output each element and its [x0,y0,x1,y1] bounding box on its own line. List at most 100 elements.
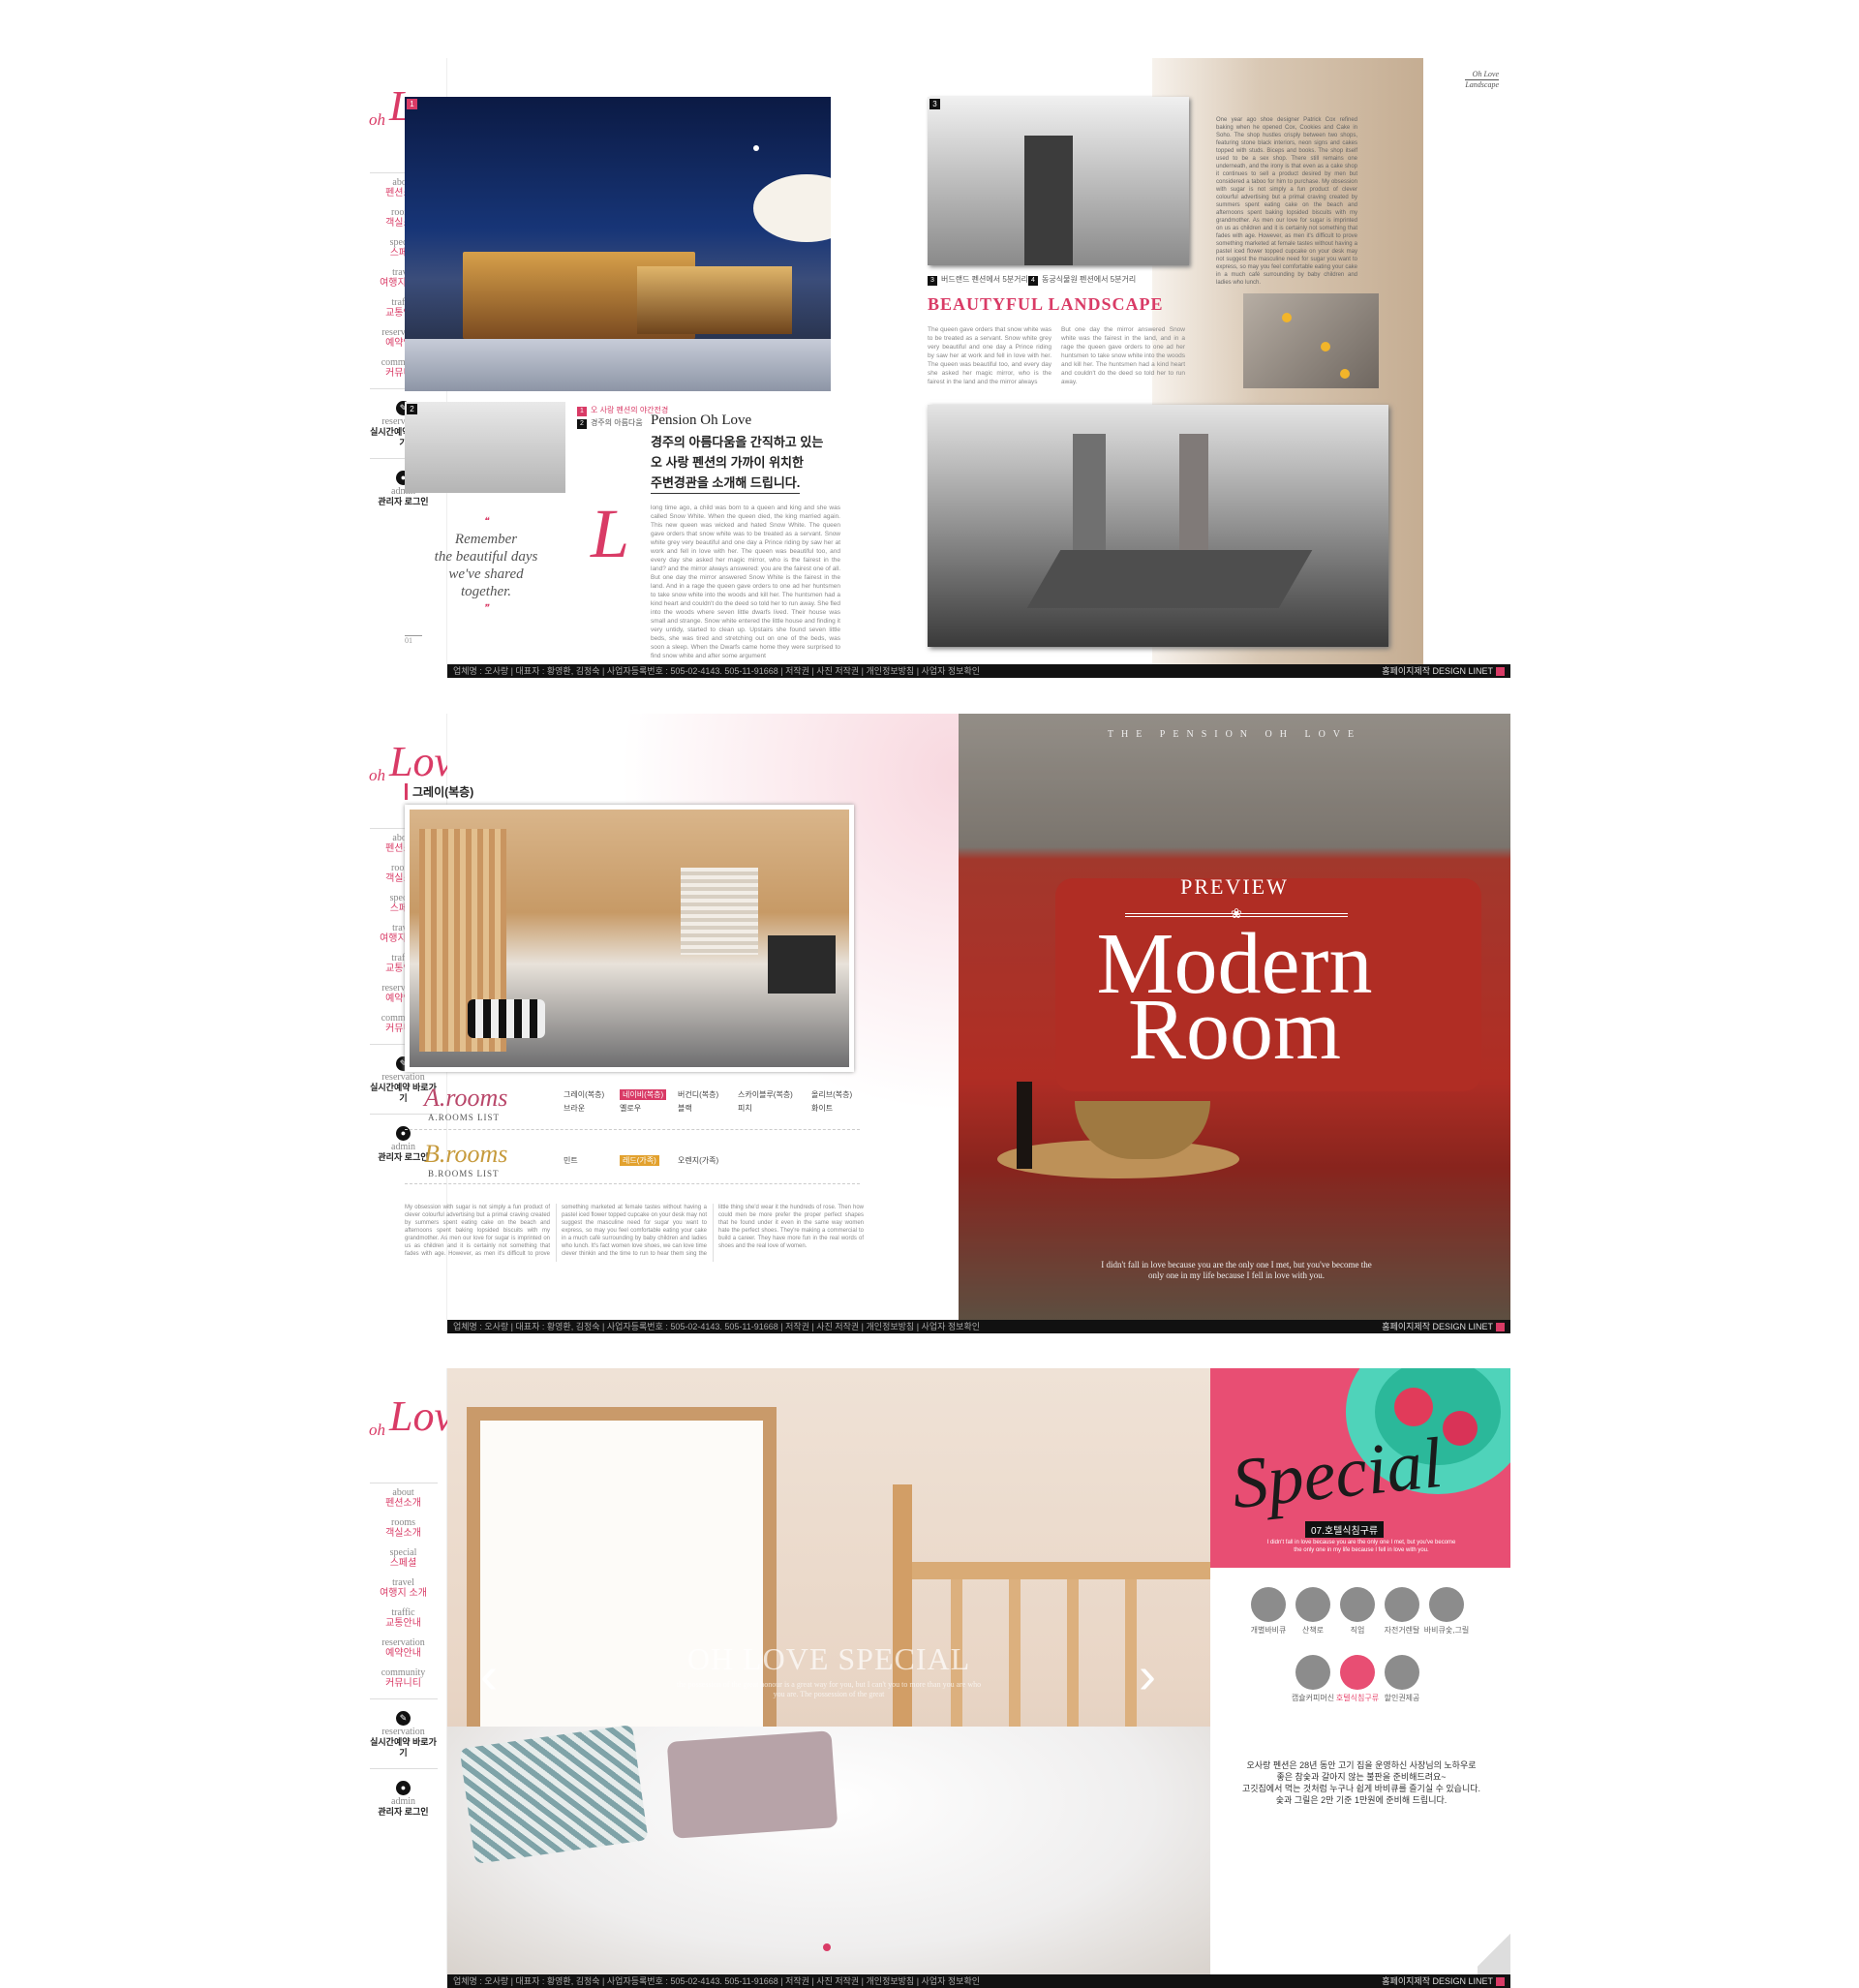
room-link[interactable]: 블랙 [678,1103,692,1114]
photo-botanical-garden [928,405,1388,647]
reservation-button[interactable]: ✎ reservation 실시간예약 바로가기 [369,1698,438,1768]
room-link[interactable]: 화이트 [811,1103,833,1114]
footer-info: 업체명 : 오사랑 | 대표자 : 황영환, 김정숙 | 사업자등록번호 : 5… [453,666,981,676]
logo-oh: oh [369,1421,385,1439]
quote-mark-close: ❞ [483,603,489,614]
room-link[interactable]: 브라운 [564,1103,585,1114]
description-line: 고깃집에서 먹는 것처럼 누구나 쉽게 바비큐를 즐기실 수 있습니다. [1241,1784,1481,1793]
footer: 업체명 : 오사랑 | 대표자 : 황영환, 김정숙 | 사업자등록번호 : 5… [447,1320,1510,1333]
intro-line-1: 경주의 아름다움을 간직하고 있는 [651,435,824,449]
admin-login-button[interactable]: ● admin 관리자 로그인 [369,1768,438,1827]
logo[interactable]: ohLove [360,1382,472,1469]
room-link-active[interactable]: 레드(가족) [620,1155,659,1166]
room-link[interactable]: 피치 [738,1103,752,1114]
user-icon: ● [396,1781,411,1795]
footer-credit[interactable]: 홈페이지제작 DESIGN LINET [1382,1320,1505,1333]
a-rooms-links: 그레이(복층) 네이비(복층) 버건디(복층) 스카이블루(복층) 올리브(복층… [564,1089,854,1118]
footer-credit[interactable]: 홈페이지제작 DESIGN LINET [1382,1974,1505,1988]
photo-birdland: 3 [928,97,1189,265]
coupon-icon[interactable] [1385,1655,1419,1690]
room-link[interactable]: 민트 [564,1155,578,1166]
coffee-icon[interactable] [1295,1655,1330,1690]
next-arrow-icon[interactable]: › [1139,1649,1156,1701]
bicycle-icon[interactable] [1385,1587,1419,1622]
amenity-icons: 개별바비큐 산책로 직업 자전거렌탈 바비큐숯,그릴 캡슐커피머신 호텔식침구류… [1210,1568,1510,1713]
pension-intro: Pension Oh Love 경주의 아름다움을 간직하고 있는 오 사랑 펜… [651,413,844,494]
photo-number: 3 [930,99,940,109]
magazine-page-2: oh Love about 펜션소개 rooms 객실소개 special 스페셜 tr… [360,714,1510,1333]
nav-item-about[interactable]: about 펜션소개 [370,1488,438,1518]
landscape-text-1: The queen gave orders that snow white wa… [928,326,1051,385]
a-rooms-label: A.ROOMS LIST [428,1113,501,1122]
caption-gyeongju: 2 경주의 아름다움 [577,416,643,429]
amenity-label: 할인권제공 [1384,1694,1420,1702]
slider-dot-active[interactable] [823,1943,831,1951]
photo-night-view: 1 [405,97,831,391]
footer: 업체명 : 오사랑 | 대표자 : 황영환, 김정숙 | 사업자등록번호 : 5… [447,1974,1510,1988]
nav-item-special[interactable]: special 스페셜 [370,1548,438,1578]
description-line: 좋은 참숯과 갈아지 않는 불판을 준비해드려요~ [1276,1772,1447,1782]
a-rooms-script: A.rooms [424,1084,508,1112]
photo-snow: 2 [405,402,565,493]
footer: 업체명 : 오사랑 | 대표자 : 황영환, 김정숙 | 사업자등록번호 : 5… [447,664,1510,678]
room-link[interactable]: 오렌지(가족) [678,1155,718,1166]
logo-oh: oh [369,110,385,129]
logo-oh: oh [369,766,385,784]
sidebar: ohLove about펜션소개 rooms객실소개 special스페셜 tr… [360,1368,472,1988]
sidebar-nav: about 펜션소개 rooms 객실소개 special 스페셜 travel 여행지… [369,1483,438,1698]
photo-number: 1 [407,99,417,109]
intro-line-2: 오 사랑 펜션의 가까이 위치한 [651,455,804,470]
nav-item-rooms[interactable]: rooms 객실소개 [370,1518,438,1548]
bbq-icon[interactable] [1251,1587,1286,1622]
nav-item-reservation[interactable]: reservation 예약안내 [370,1638,438,1668]
room-link[interactable]: 올리브(복층) [811,1089,852,1100]
quote-line: the beautiful days [434,549,538,565]
b-rooms-list: B.rooms B.ROOMS LIST 민트 레드(가족) 오렌지(가족) [405,1140,860,1184]
footer-credit[interactable]: 홈페이지제작 DESIGN LINET [1382,664,1505,678]
quote-line: we've shared [448,566,524,582]
right-body-text: One year ago shoe designer Patrick Cox r… [1216,117,1357,286]
quote-line: Remember [454,532,518,547]
magazine-page-3: oh Love about 펜션소개 rooms 객실소개 special 스페셜 tr… [360,1368,1510,1988]
bedding-icon[interactable] [1340,1655,1375,1690]
description-line: 숯과 그릴은 2만 기준 1만원에 준비해 드립니다. [1275,1795,1448,1805]
nav-item-community[interactable]: community 커뮤니티 [370,1668,438,1698]
decorative-letter: L [591,495,630,572]
section-heading: BEAUTYFUL LANDSCAPE [928,294,1164,314]
footer-info: 업체명 : 오사랑 | 대표자 : 황영환, 김정숙 | 사업자등록번호 : 5… [453,1976,981,1986]
page-curl[interactable] [1478,1926,1510,1974]
pension-title: Pension Oh Love [651,413,752,428]
quote-line: together. [460,584,512,599]
logo[interactable]: ohLove [360,727,472,814]
nav-item-travel[interactable]: travel 여행지 소개 [370,1578,438,1608]
window [467,1407,777,1756]
room-link[interactable]: 그레이(복층) [564,1089,604,1100]
job-icon[interactable] [1340,1587,1375,1622]
section-header: Oh Love Landscape [1465,70,1499,89]
brand-icon [1496,667,1505,677]
pension-tagline: THE PENSION OH LOVE [1107,729,1362,740]
nav-item-traffic[interactable]: traffic 교통안내 [370,1608,438,1638]
b-rooms-script: B.rooms [424,1140,508,1168]
intro-line-3: 주변경관을 소개해 드립니다. [651,473,801,494]
walk-icon[interactable] [1295,1587,1330,1622]
preview-label: PREVIEW [1180,874,1289,899]
brand-icon [1496,1977,1505,1987]
room-link[interactable]: 옐로우 [620,1103,641,1114]
prev-arrow-icon[interactable]: ‹ [480,1649,498,1701]
a-rooms-list: A.rooms A.ROOMS LIST 그레이(복층) 네이비(복층) 버건디… [405,1084,860,1130]
footer-info: 업체명 : 오사랑 | 대표자 : 황영환, 김정숙 | 사업자등록번호 : 5… [453,1322,981,1331]
reservation-icon: ✎ [396,1711,411,1726]
room-link[interactable]: 버건디(복층) [678,1089,718,1100]
b-rooms-label: B.ROOMS LIST [428,1169,500,1178]
caption-garden: 4 동궁식물원 펜션에서 5분거리 [1028,273,1136,286]
room-description: My obsession with sugar is not simply a … [405,1205,864,1257]
room-link-active[interactable]: 네이비(복층) [620,1089,667,1100]
photo-gray-duplex-room [405,805,854,1072]
room-link[interactable]: 스카이블루(복층) [738,1089,793,1100]
grill-icon[interactable] [1429,1587,1464,1622]
quote-mark-open: ❝ [483,516,489,527]
special-description: 오사랑 펜션은 28년 동안 고기 집을 운영하신 사장님의 노하우로 좋은 참… [1216,1759,1507,1806]
quote-block: ❝ Remember the beautiful days we've shar… [418,513,554,618]
magazine-page-1: ohLove about펜션소개 rooms객실소개 special스페셜 tr… [360,58,1510,678]
